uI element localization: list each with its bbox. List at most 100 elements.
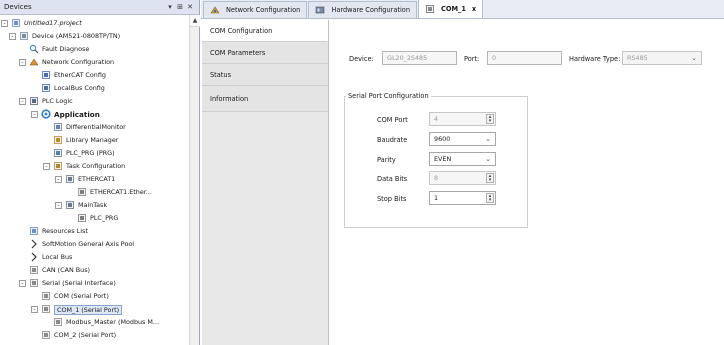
tree-item[interactable]: CAN (CAN Bus) [0, 264, 190, 277]
tree-item[interactable]: - Application [0, 108, 190, 121]
editor-tab-bar: Network Configuration Hardware Configura… [201, 0, 724, 19]
tree-item-label: MainTask [78, 201, 108, 209]
hardware-type-value: RS485 [627, 54, 648, 62]
collapse-icon[interactable]: - [55, 202, 62, 209]
devices-scrollbar[interactable]: ▲ [189, 15, 200, 345]
tab-network-configuration[interactable]: Network Configuration [203, 1, 308, 18]
com-configuration-pane: Device: GL20_2S485 Port: 0 Hardware Type… [328, 20, 724, 345]
tree-item[interactable]: - PLC Logic [0, 95, 190, 108]
network-icon [29, 58, 39, 66]
devices-panel-title: Devices [4, 3, 32, 11]
pin-icon[interactable]: ▾ [165, 3, 175, 11]
config-side-nav: COM Configuration COM Parameters Status … [202, 20, 328, 345]
tree-item[interactable]: Modbus_Master (Modbus M... [0, 316, 190, 329]
data-bits-label: Data Bits [377, 175, 408, 183]
spin-arrows-icon[interactable]: ▴ ▾ [486, 193, 494, 203]
tree-item[interactable]: DifferentialMonitor [0, 121, 190, 134]
tree-item[interactable]: EtherCAT Config [0, 69, 190, 82]
tree-item[interactable]: - ETHERCAT1 [0, 173, 190, 186]
device-icon [20, 32, 28, 40]
collapse-icon[interactable]: - [19, 280, 26, 287]
tab-com-1[interactable]: COM_1 x [418, 0, 484, 18]
task-icon [66, 175, 74, 183]
tree-item[interactable]: COM_2 (Serial Port) [0, 329, 190, 342]
hardware-type-select: RS485 ⌄ [622, 51, 702, 65]
tree-item-label: PLC_PRG [90, 214, 119, 222]
tree-item[interactable]: - Untitled17.project [0, 17, 190, 30]
tree-item[interactable]: - MainTask [0, 199, 190, 212]
scroll-up-icon[interactable]: ▲ [190, 15, 200, 27]
task-config-icon [54, 162, 62, 170]
collapse-icon[interactable]: - [1, 20, 8, 27]
tree-item[interactable]: - COM_1 (Serial Port) [0, 303, 190, 316]
collapse-icon[interactable]: - [9, 33, 16, 40]
monitor-icon [54, 123, 62, 131]
collapse-icon[interactable]: - [31, 111, 38, 118]
tree-item[interactable]: - Serial (Serial Interface) [0, 277, 190, 290]
tree-item-label: Task Configuration [66, 162, 126, 170]
collapse-icon[interactable]: - [55, 176, 62, 183]
dock-icon[interactable]: ⊞ [175, 3, 185, 11]
tree-item-label: CAN (CAN Bus) [42, 266, 91, 274]
nav-information[interactable]: Information [202, 86, 328, 112]
devices-panel-header: Devices ▾ ⊞ ✕ [0, 0, 199, 15]
collapse-icon[interactable]: - [19, 59, 26, 66]
parity-select[interactable]: EVEN ⌄ [429, 152, 496, 166]
axis-pool-icon [31, 239, 37, 249]
tree-item-label: Fault Diagnose [42, 45, 90, 53]
com-port-stepper: 4 ▴ ▾ [429, 112, 496, 126]
resources-icon [30, 227, 38, 235]
baudrate-select[interactable]: 9600 ⌄ [429, 132, 496, 146]
nav-status[interactable]: Status [202, 64, 328, 86]
baudrate-label: Baudrate [377, 136, 408, 144]
nav-com-configuration[interactable]: COM Configuration [202, 20, 328, 42]
tree-item-label: Local Bus [42, 253, 73, 261]
collapse-icon[interactable]: - [43, 163, 50, 170]
close-icon[interactable]: ✕ [185, 3, 195, 11]
tree-item-label: Device (AM521-0808TP/TN) [32, 32, 121, 40]
tab-label: Hardware Configuration [331, 6, 411, 14]
nav-com-parameters[interactable]: COM Parameters [202, 42, 328, 64]
tree-item[interactable]: Library Manager [0, 134, 190, 147]
tree-item[interactable]: LocalBus Config [0, 82, 190, 95]
tree-item-label: ETHERCAT1 [78, 175, 116, 183]
tree-item[interactable]: ETHERCAT1.Ether... [0, 186, 190, 199]
tree-item-label: Library Manager [66, 136, 119, 144]
program-call-icon [78, 214, 86, 222]
com-port-label: COM Port [377, 116, 408, 124]
tree-item-label: ETHERCAT1.Ether... [90, 188, 152, 196]
stop-bits-stepper[interactable]: 1 ▴ ▾ [429, 191, 496, 205]
ethercat-config-icon [42, 71, 50, 79]
tree-item-label: COM_1 (Serial Port) [54, 305, 123, 315]
chevron-down-icon: ⌄ [485, 155, 491, 163]
tree-item[interactable]: - Task Configuration [0, 160, 190, 173]
tree-item-label: SoftMotion General Axis Pool [42, 240, 135, 248]
collapse-icon[interactable]: - [31, 306, 38, 313]
tree-item[interactable]: - Device (AM521-0808TP/TN) [0, 30, 190, 43]
serial-port-icon [42, 331, 50, 339]
localbus-config-icon [42, 84, 50, 92]
port-field: 0 [487, 51, 562, 65]
group-title: Serial Port Configuration [346, 92, 431, 100]
tree-item[interactable]: PLC_PRG (PRG) [0, 147, 190, 160]
diagnose-icon [29, 44, 39, 54]
local-bus-icon [31, 252, 37, 262]
baudrate-value: 9600 [434, 135, 451, 143]
port-label: Port: [464, 55, 480, 63]
tree-item[interactable]: PLC_PRG [0, 212, 190, 225]
collapse-icon[interactable]: - [19, 98, 26, 105]
program-icon [54, 149, 62, 157]
tree-item-label: PLC_PRG (PRG) [66, 149, 115, 157]
tree-item[interactable]: SoftMotion General Axis Pool [0, 238, 190, 251]
tree-item[interactable]: - Network Configuration [0, 56, 190, 69]
can-bus-icon [30, 266, 38, 274]
close-tab-icon[interactable]: x [472, 5, 476, 13]
stop-bits-label: Stop Bits [377, 195, 407, 203]
tree-item[interactable]: COM (Serial Port) [0, 290, 190, 303]
serial-port-icon [42, 292, 50, 300]
tab-hardware-configuration[interactable]: Hardware Configuration [308, 1, 418, 18]
tree-item[interactable]: Fault Diagnose [0, 43, 190, 56]
tree-item[interactable]: Resources List [0, 225, 190, 238]
tree-item[interactable]: Local Bus [0, 251, 190, 264]
device-field: GL20_2S485 [382, 51, 457, 65]
